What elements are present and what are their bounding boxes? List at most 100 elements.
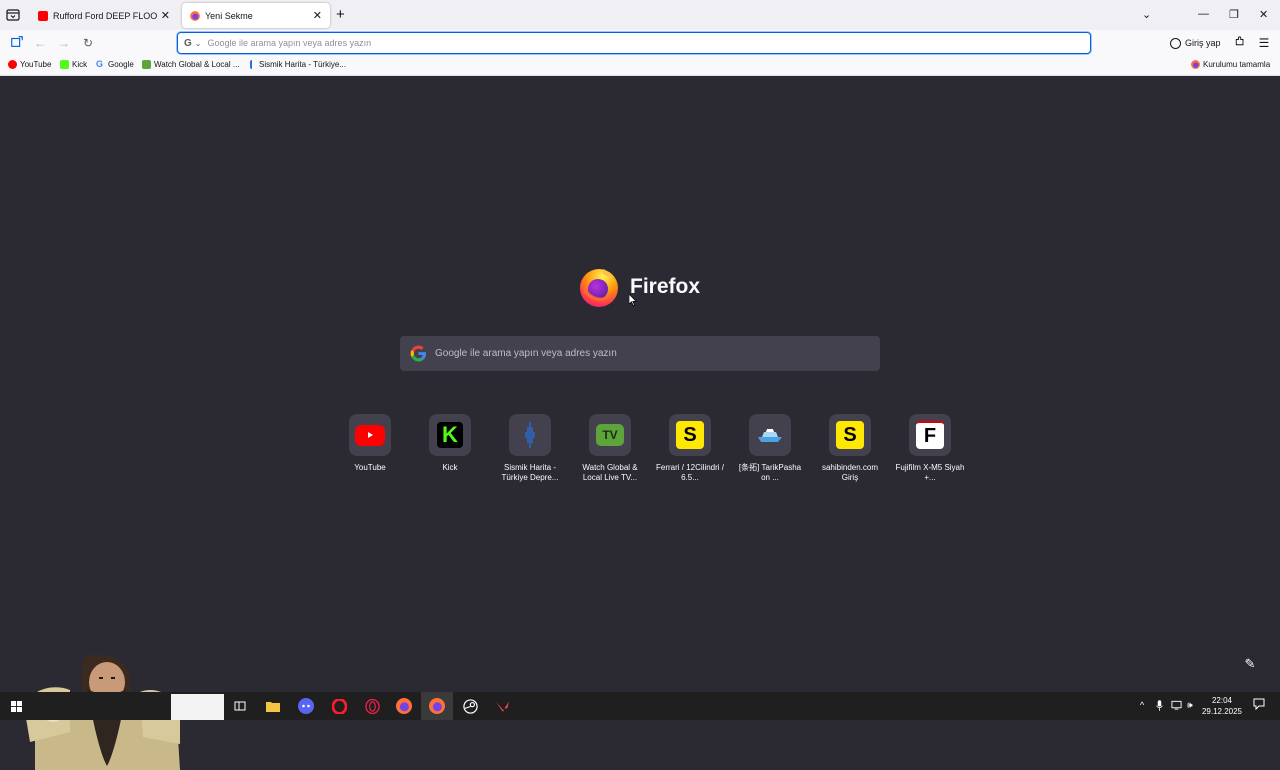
bookmark-youtube[interactable]: YouTube xyxy=(8,60,51,69)
customize-pencil-icon[interactable]: ✎ xyxy=(1240,654,1260,674)
youtube-icon xyxy=(8,60,17,69)
top-site-label: Kick xyxy=(442,463,458,472)
tab-new-tab[interactable]: Yeni Sekme ✕ xyxy=(182,3,330,28)
valorant-icon[interactable] xyxy=(492,696,512,716)
top-site-tile[interactable]: S xyxy=(669,414,711,456)
firefox-wordmark: Firefox xyxy=(630,275,701,298)
notifications-icon[interactable] xyxy=(1253,698,1265,712)
tv-icon: TV xyxy=(596,424,624,446)
microphone-icon[interactable] xyxy=(1156,700,1163,713)
maximize-button[interactable]: ❐ xyxy=(1229,8,1239,21)
tv-icon xyxy=(142,60,151,69)
clock-date: 29.12.2025 xyxy=(1201,707,1243,716)
top-site-label: sahibinden.com Giriş xyxy=(821,463,879,482)
volume-icon[interactable]: 🕪 xyxy=(1187,700,1193,711)
top-sites: YouTube K Kick Sismik Harita - Türkiye D… xyxy=(330,414,964,494)
top-site-sismik-harita[interactable]: Sismik Harita - Türkiye Depre... xyxy=(490,414,570,483)
top-site-watch-global[interactable]: TV Watch Global & Local Live TV... xyxy=(570,414,650,483)
top-site-tile[interactable]: S xyxy=(829,414,871,456)
bookmark-label: Google xyxy=(108,60,134,69)
seismic-icon xyxy=(525,422,535,448)
address-bar[interactable]: G ⌄ xyxy=(177,32,1091,54)
top-site-tile[interactable] xyxy=(349,414,391,456)
taskbar-search-box[interactable] xyxy=(171,694,224,720)
top-site-tile[interactable]: K xyxy=(429,414,471,456)
new-tab-button[interactable]: + xyxy=(336,7,345,22)
google-icon: G xyxy=(96,59,104,69)
ship-icon xyxy=(758,429,782,442)
top-site-kick[interactable]: K Kick xyxy=(410,414,490,473)
complete-setup-label: Kurulumu tamamla xyxy=(1203,60,1271,69)
mouse-cursor-icon xyxy=(629,294,637,306)
search-engine-icon[interactable]: G xyxy=(184,38,192,49)
top-site-tile[interactable]: F xyxy=(909,414,951,456)
start-icon[interactable] xyxy=(6,696,26,716)
show-hidden-icons-icon[interactable]: ^ xyxy=(1140,700,1144,710)
sahibinden-icon: S xyxy=(836,421,864,449)
steam-icon[interactable] xyxy=(460,696,480,716)
taskbar-clock[interactable]: 22:04 29.12.2025 xyxy=(1200,695,1244,717)
bookmark-google[interactable]: G Google xyxy=(96,59,134,70)
bookmarks-toolbar: YouTube Kick G Google Watch Global & Loc… xyxy=(0,56,1280,76)
top-site-ferrari[interactable]: S Ferrari / 12Cilindri / 6.5... xyxy=(650,414,730,483)
url-input[interactable] xyxy=(207,38,1090,48)
task-view-icon[interactable] xyxy=(230,696,250,716)
tab-rufford-ford[interactable]: Rufford Ford DEEP FLOOD | pa ✕ xyxy=(30,3,178,28)
close-tab-icon[interactable]: ✕ xyxy=(313,9,322,22)
top-site-fujifilm[interactable]: F Fujifilm X-M5 Siyah +... xyxy=(890,414,970,483)
firefox-icon[interactable] xyxy=(394,696,414,716)
network-icon[interactable] xyxy=(1171,700,1182,712)
bookmark-label: YouTube xyxy=(20,60,52,69)
file-explorer-icon[interactable] xyxy=(263,696,283,716)
top-site-sahibinden[interactable]: S sahibinden.com Giriş xyxy=(810,414,890,483)
top-site-label: Sismik Harita - Türkiye Depre... xyxy=(501,463,559,482)
bookmark-watch-global[interactable]: Watch Global & Local ... xyxy=(142,60,240,69)
menu-icon[interactable]: ☰ xyxy=(1256,35,1272,51)
minimize-button[interactable]: — xyxy=(1198,8,1209,20)
top-site-tarikpasha[interactable]: [条拓] TarikPasha on ... xyxy=(730,414,810,483)
back-icon[interactable]: ← xyxy=(32,35,48,51)
forward-icon[interactable]: → xyxy=(56,35,72,51)
new-tab-page: Firefox YouTube K Kick xyxy=(0,76,1280,770)
sign-in-label: Giriş yap xyxy=(1185,38,1221,48)
kick-icon: K xyxy=(437,422,463,448)
sign-in-button[interactable]: Giriş yap xyxy=(1170,34,1221,52)
navigation-bar: ← → ↻ G ⌄ Giriş yap ☰ xyxy=(0,30,1280,56)
list-all-tabs-icon[interactable]: ⌄ xyxy=(1142,8,1151,21)
opera-gx-icon[interactable] xyxy=(362,696,382,716)
reload-icon[interactable]: ↻ xyxy=(80,35,96,51)
taskbar: ^ 🕪 22:04 29.12.2025 xyxy=(0,692,1280,720)
top-site-tile[interactable]: TV xyxy=(589,414,631,456)
close-tab-icon[interactable]: ✕ xyxy=(161,9,170,22)
extensions-icon[interactable] xyxy=(1232,35,1248,51)
top-site-label: YouTube xyxy=(354,463,386,472)
top-site-youtube[interactable]: YouTube xyxy=(330,414,410,473)
top-site-tile[interactable] xyxy=(749,414,791,456)
chevron-down-icon[interactable]: ⌄ xyxy=(195,39,202,48)
firefox-logo: Firefox xyxy=(578,266,700,308)
newtab-search-bar[interactable] xyxy=(400,336,880,371)
close-window-button[interactable]: ✕ xyxy=(1259,8,1268,21)
newtab-search-input[interactable] xyxy=(435,348,880,359)
top-site-label: Ferrari / 12Cilindri / 6.5... xyxy=(655,463,724,482)
opera-icon[interactable] xyxy=(329,696,349,716)
firefox-active-icon[interactable] xyxy=(421,692,453,720)
bookmark-kick[interactable]: Kick xyxy=(60,60,87,69)
complete-setup-button[interactable]: Kurulumu tamamla xyxy=(1191,60,1270,69)
google-icon xyxy=(410,345,427,362)
top-site-label: [条拓] TarikPasha on ... xyxy=(738,463,802,482)
youtube-icon xyxy=(38,10,48,21)
youtube-icon xyxy=(355,424,385,446)
firefox-icon xyxy=(580,269,618,307)
bookmark-label: Sismik Harita - Türkiye... xyxy=(259,60,346,69)
discord-icon[interactable] xyxy=(296,696,316,716)
kick-icon xyxy=(60,60,69,69)
bookmark-sismik-harita[interactable]: Sismik Harita - Türkiye... xyxy=(250,60,346,69)
tab-strip: Rufford Ford DEEP FLOOD | pa ✕ Yeni Sekm… xyxy=(0,0,1280,30)
new-window-icon[interactable] xyxy=(9,35,25,51)
top-site-label: Fujifilm X-M5 Siyah +... xyxy=(895,463,965,482)
seismic-icon xyxy=(250,60,256,69)
account-icon xyxy=(1170,37,1181,49)
tab-list-icon[interactable] xyxy=(5,7,21,23)
top-site-tile[interactable] xyxy=(509,414,551,456)
